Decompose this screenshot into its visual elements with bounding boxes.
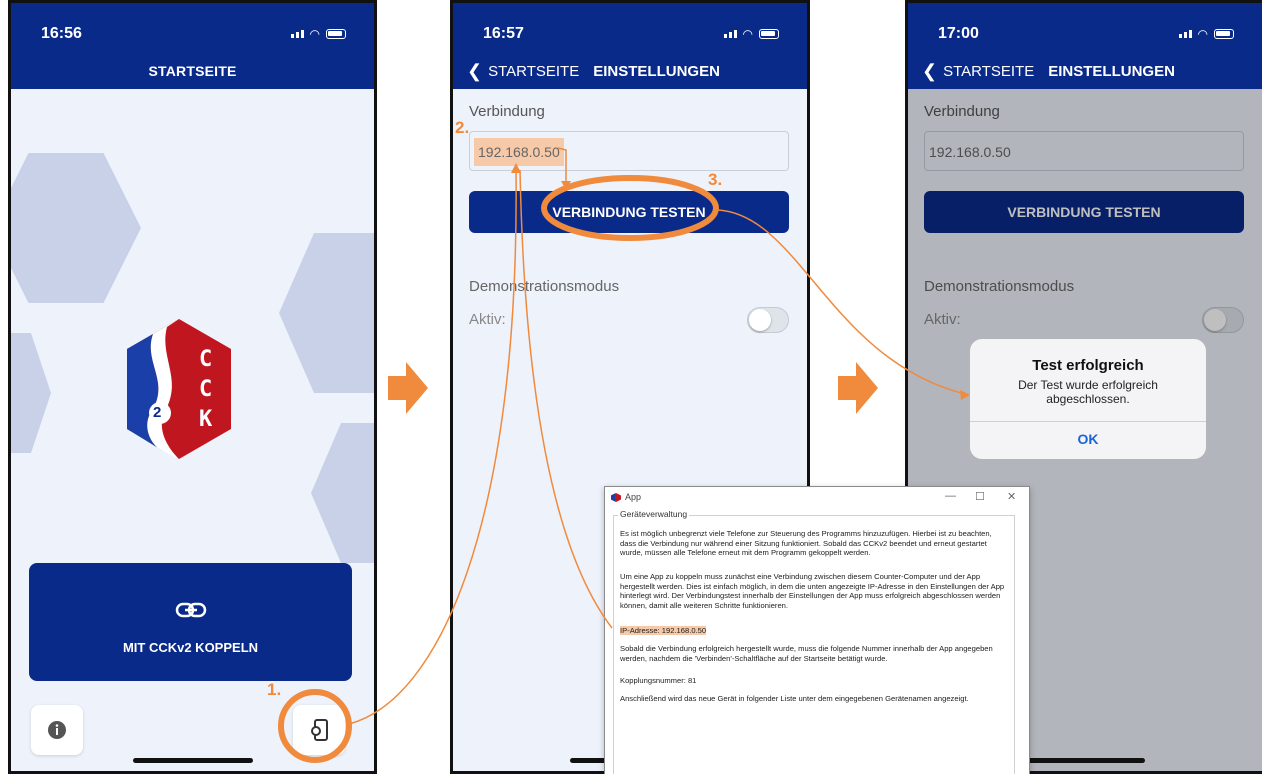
nav-bar: ❮ STARTSEITE EINSTELLUNGEN [467,61,720,82]
alert-title: Test erfolgreich [1032,357,1144,374]
app-logo-icon [611,493,621,502]
cck-logo: 2 C C K [123,317,235,461]
nav-bar: ❮ STARTSEITE EINSTELLUNGEN [922,61,1175,82]
arrow-right-icon [838,362,878,414]
app-header: 16:57 ◠ ❮ STARTSEITE EINSTELLUNGEN [453,3,807,89]
logo-shape-icon [127,319,231,459]
nav-title: EINSTELLUNGEN [593,63,720,80]
nav-back-link[interactable]: STARTSEITE [488,63,579,80]
tutorial-collage: 16:56 ◠ STARTSEITE 2 C C K MIT CCKv2 KOP… [0,0,1262,774]
alert-divider [970,421,1206,422]
minimize-button[interactable]: — [945,490,956,502]
info-button[interactable] [31,705,83,755]
wifi-icon: ◠ [742,27,753,41]
logo-number: 2 [153,404,162,421]
ip-input-value: 192.168.0.50 [474,138,564,166]
device-settings-button[interactable] [293,705,345,755]
window-title: App [625,492,642,502]
home-indicator [1025,758,1145,763]
status-time: 16:57 [483,25,524,42]
background-hexagon [11,333,51,453]
background-hexagon [11,153,141,303]
demo-mode-toggle[interactable] [747,307,789,333]
nav-title: EINSTELLUNGEN [1048,63,1175,80]
step-number: 3. [708,170,723,189]
battery-icon [1214,29,1234,39]
couple-button-label: MIT CCKv2 KOPPELN [122,640,259,655]
wifi-icon: ◠ [309,27,320,41]
info-paragraph: Um eine App zu koppeln muss zunächst ein… [620,572,1005,610]
signal-icon [723,30,737,38]
alert-message: Der Test wurde erfolgreich abgeschlossen… [1018,378,1158,406]
logo-letter: C [199,377,213,402]
connection-label: Verbindung [469,103,545,120]
desktop-app-window: App — ☐ ✕ Geräteverwaltung Es ist möglic… [604,486,1030,774]
status-time: 17:00 [938,25,979,42]
page-title: STARTSEITE [148,63,237,79]
info-paragraph: Sobald die Verbindung erfolgreich herges… [620,644,993,663]
status-icons: ◠ [1178,27,1234,41]
close-button[interactable]: ✕ [1007,490,1016,503]
step-number: 1. [267,680,282,699]
device-management-group: Geräteverwaltung Es ist möglich unbegren… [613,509,1015,774]
couple-button[interactable]: MIT CCKv2 KOPPELN [29,563,352,681]
demo-mode-label: Demonstrationsmodus [469,278,620,295]
ip-input[interactable]: 192.168.0.50 [469,131,789,171]
active-label: Aktiv: [469,311,506,328]
status-time: 16:56 [41,25,82,42]
home-indicator [132,758,253,763]
wifi-icon: ◠ [1197,27,1208,41]
arrow-right-icon [388,362,428,414]
info-paragraph: Es ist möglich unbegrenzt viele Telefone… [620,529,992,558]
background-hexagon [311,423,374,563]
test-connection-button[interactable]: VERBINDUNG TESTEN [469,191,789,233]
device-settings-icon [311,719,328,741]
status-icons: ◠ [290,27,346,41]
ip-address-line: IP-Adresse: 192.168.0.50 [620,626,707,635]
background-hexagon [279,233,374,393]
nav-back-link[interactable]: STARTSEITE [943,63,1034,80]
ip-address-text: IP-Adresse: 192.168.0.50 [620,626,1008,636]
app-header: 16:56 ◠ STARTSEITE [11,3,374,89]
pairing-number-text: Kopplungsnummer: 81 [620,676,697,685]
phone-start-screen: 16:56 ◠ STARTSEITE 2 C C K MIT CCKv2 KOP… [8,0,377,774]
signal-icon [290,30,304,38]
maximize-button[interactable]: ☐ [975,490,985,503]
link-icon [175,602,206,618]
info-paragraph: Anschließend wird das neue Gerät in folg… [620,694,969,703]
signal-icon [1178,30,1192,38]
app-header: 17:00 ◠ ❮ STARTSEITE EINSTELLUNGEN [908,3,1262,89]
logo-letter: K [199,407,213,432]
chevron-left-icon[interactable]: ❮ [922,61,937,82]
success-alert: Test erfolgreich Der Test wurde erfolgre… [970,339,1206,459]
alert-ok-button[interactable]: OK [970,431,1206,447]
step-number: 2. [455,118,470,137]
battery-icon [326,29,346,39]
chevron-left-icon[interactable]: ❮ [467,61,482,82]
group-title: Geräteverwaltung [618,509,690,519]
status-icons: ◠ [723,27,779,41]
logo-letter: C [199,347,213,372]
info-icon [48,721,66,739]
battery-icon [759,29,779,39]
